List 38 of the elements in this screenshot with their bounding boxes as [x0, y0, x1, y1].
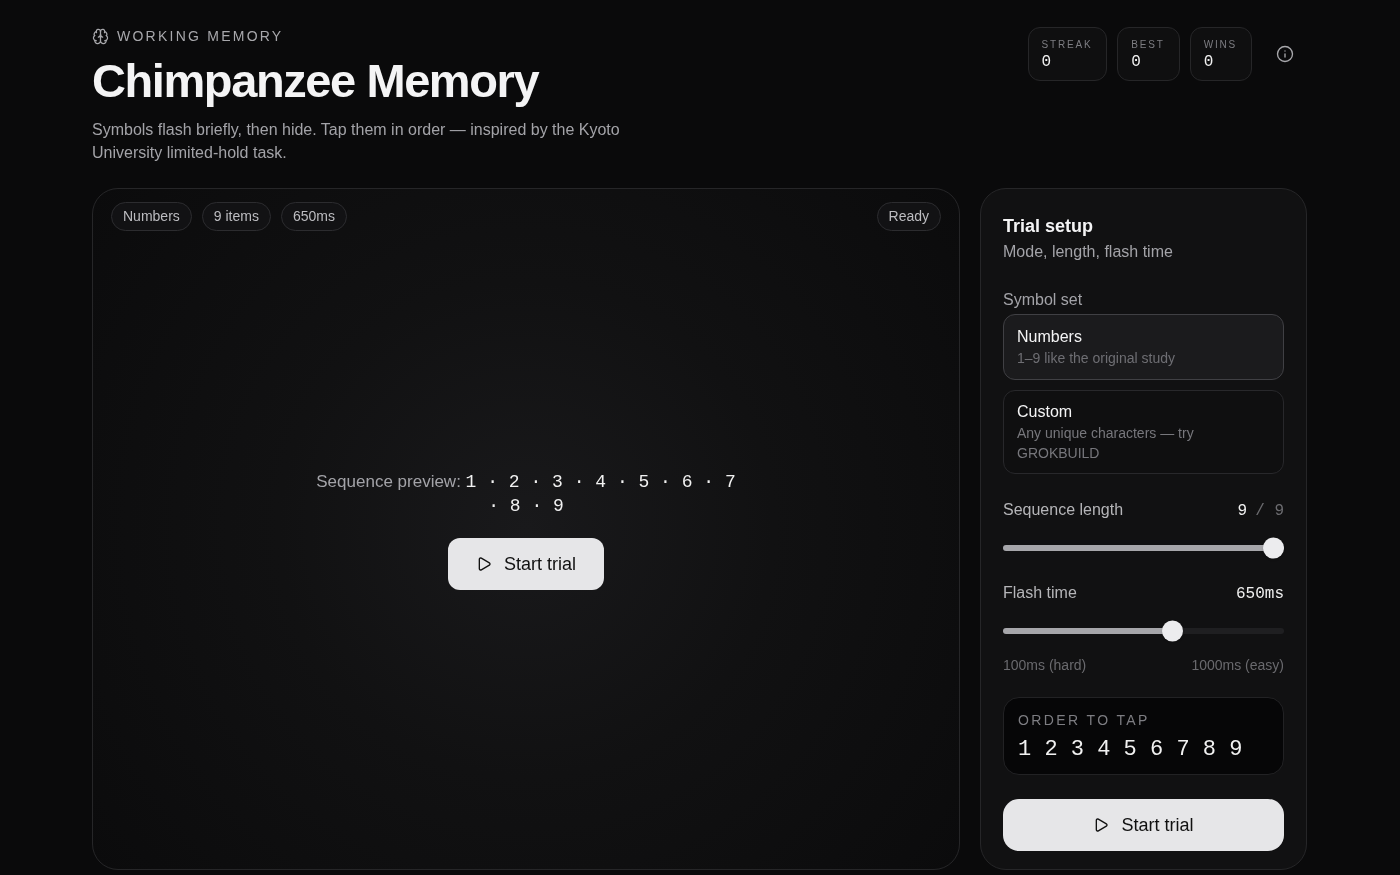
stat-value: 0 — [1041, 52, 1053, 72]
stat-label: BEST — [1131, 38, 1165, 52]
preview-label: Sequence preview: — [316, 472, 462, 492]
stat-label: WINS — [1203, 38, 1237, 52]
order-sequence: 1 2 3 4 5 6 7 8 9 — [1018, 737, 1244, 764]
play-icon — [1093, 817, 1110, 834]
page-description: Symbols flash briefly, then hide. Tap them in order — inspired by the Kyoto University limited-hold task. — [92, 120, 621, 164]
play-icon — [476, 556, 492, 573]
brain-icon — [92, 28, 109, 45]
info-chip: 650ms — [280, 202, 347, 232]
scale-max-label: 1000ms (easy) — [1191, 656, 1284, 676]
slider-label: Flash time — [1003, 583, 1077, 604]
start-trial-button[interactable]: Start trial — [448, 538, 604, 591]
section-label: Symbol set — [1003, 290, 1084, 311]
symbol-set-option[interactable]: Numbers 1–9 like the original study — [1003, 314, 1284, 381]
preview-sequence: 1 · 2 · 3 · 4 · 5 · 6 · 7 · 8 · 9 — [465, 472, 736, 517]
page-title: Chimpanzee Memory — [92, 56, 540, 106]
slider-handle[interactable] — [1161, 620, 1183, 642]
slider-value: 650ms — [1236, 584, 1284, 606]
slider-max: / 9 — [1255, 501, 1284, 523]
stat-label: STREAK — [1041, 38, 1093, 52]
slider-handle[interactable] — [1263, 537, 1284, 559]
status-chip: Ready — [876, 202, 941, 232]
panel-title: Trial setup — [1003, 215, 1095, 238]
slider-label: Sequence length — [1003, 500, 1124, 521]
eyebrow-label: WORKING MEMORY — [117, 27, 284, 46]
stat-value: 0 — [1203, 52, 1215, 72]
info-icon — [1276, 45, 1294, 63]
symbol-set-option[interactable]: Custom Any unique characters — try GROKBUILD — [1003, 390, 1284, 475]
info-button[interactable] — [1276, 45, 1294, 63]
info-chip: Numbers — [111, 202, 192, 232]
order-label: ORDER TO TAP — [1018, 711, 1151, 731]
start-trial-button[interactable]: Start trial — [1003, 799, 1284, 852]
scale-min-label: 100ms (hard) — [1003, 656, 1087, 676]
info-chip: 9 items — [201, 202, 271, 232]
panel-subtitle: Mode, length, flash time — [1003, 242, 1174, 263]
slider-value: 9 — [1237, 501, 1248, 523]
stat-value: 0 — [1131, 52, 1142, 72]
